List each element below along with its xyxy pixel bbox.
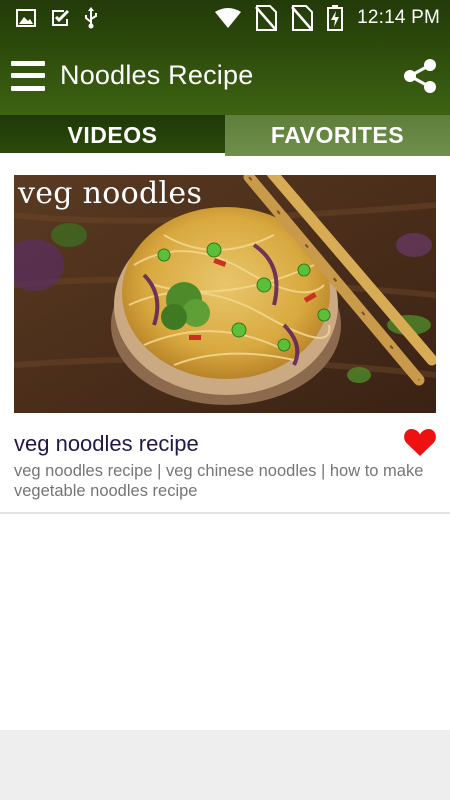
no-sim-icon	[255, 5, 278, 31]
video-title: veg noodles recipe	[14, 431, 199, 456]
video-thumbnail[interactable]: veg noodles	[14, 175, 436, 413]
favorite-heart-icon[interactable]	[403, 427, 437, 457]
divider	[0, 512, 450, 514]
usb-icon	[85, 7, 97, 29]
hamburger-menu-icon[interactable]	[11, 60, 45, 91]
tab-videos[interactable]: VIDEOS	[0, 115, 225, 156]
status-bar: 12:14 PM	[0, 0, 450, 36]
checkbox-icon	[52, 9, 70, 26]
battery-charging-icon	[327, 5, 344, 31]
wifi-icon	[215, 8, 242, 28]
thumbnail-caption: veg noodles	[18, 176, 203, 211]
no-sim-icon	[291, 5, 314, 31]
video-card[interactable]: veg noodles veg noodles recipe veg noodl…	[0, 156, 450, 514]
tab-favorites[interactable]: FAVORITES	[225, 115, 450, 156]
image-icon	[16, 9, 36, 27]
share-icon[interactable]	[402, 58, 438, 94]
video-description: veg noodles recipe | veg chinese noodles…	[14, 462, 424, 500]
app-header: 12:14 PM Noodles Recipe	[0, 0, 450, 115]
app-title: Noodles Recipe	[60, 60, 254, 90]
bottom-empty-area	[0, 730, 450, 800]
app-bar: Noodles Recipe	[0, 36, 450, 115]
tab-bar: VIDEOS FAVORITES	[0, 115, 450, 156]
status-time: 12:14 PM	[357, 7, 440, 28]
